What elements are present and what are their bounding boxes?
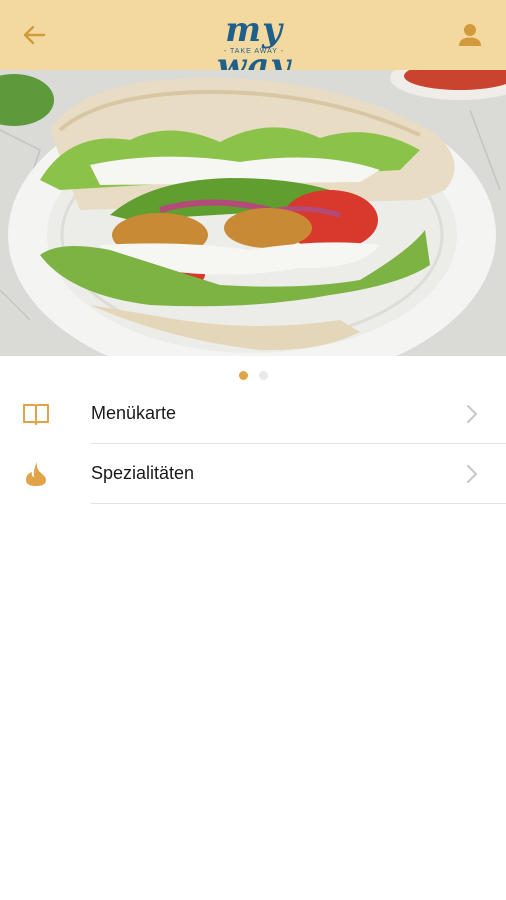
menu-list: Menükarte Spezialitäten: [0, 384, 506, 504]
chevron-right-icon: [467, 405, 477, 423]
carousel-dot[interactable]: [259, 371, 268, 380]
arrow-left-icon: [23, 25, 46, 45]
carousel-pagination: [0, 371, 506, 381]
app-header: my way - TAKE AWAY -: [0, 0, 506, 84]
user-icon: [459, 24, 481, 46]
chevron-right-icon: [467, 465, 477, 483]
menu-item-label: Menükarte: [91, 403, 177, 423]
profile-button[interactable]: [454, 19, 486, 51]
menu-item-spezialitaeten[interactable]: Spezialitäten: [0, 444, 506, 504]
brand-logo: my way - TAKE AWAY -: [186, 10, 322, 84]
divider: [91, 503, 506, 504]
menu-item-menuekarte[interactable]: Menükarte: [0, 384, 506, 444]
sandwich-photo: [0, 70, 506, 356]
flame-icon: [26, 462, 46, 486]
book-icon: [23, 404, 49, 425]
carousel-dot-active[interactable]: [239, 371, 248, 380]
back-button[interactable]: [18, 20, 52, 50]
hero-carousel[interactable]: [0, 70, 506, 356]
menu-item-label: Spezialitäten: [91, 463, 195, 483]
logo-subtext: - TAKE AWAY -: [223, 48, 285, 55]
